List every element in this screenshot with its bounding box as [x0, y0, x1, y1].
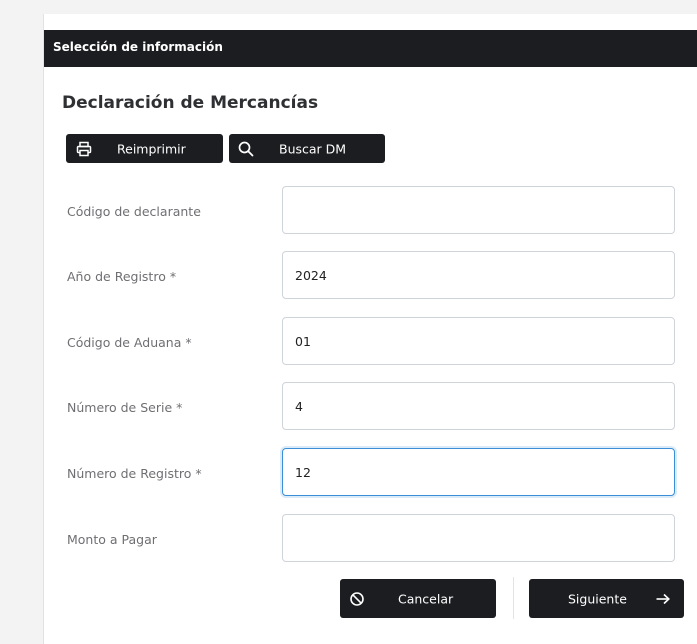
panel-header-title: Selección de información — [53, 40, 223, 54]
customs-code-label: Código de Aduana * — [67, 335, 192, 350]
footer-divider — [513, 577, 514, 619]
registration-number-label: Número de Registro * — [67, 466, 202, 481]
ban-icon — [350, 591, 364, 606]
search-dm-button[interactable]: Buscar DM — [229, 134, 385, 163]
amount-to-pay-label: Monto a Pagar — [67, 532, 157, 547]
registration-number-input[interactable] — [282, 448, 675, 496]
cancel-button-label: Cancelar — [398, 591, 454, 606]
registration-year-label: Año de Registro * — [67, 269, 177, 284]
selection-panel: Selección de información Declaración de … — [43, 14, 697, 644]
printer-icon — [76, 141, 92, 156]
search-icon — [238, 141, 254, 156]
page-title: Declaración de Mercancías — [62, 93, 319, 113]
serial-number-input[interactable] — [282, 382, 675, 430]
registration-year-input[interactable] — [282, 251, 675, 299]
amount-to-pay-input[interactable] — [282, 514, 675, 562]
customs-code-input[interactable] — [282, 317, 675, 365]
next-button-label: Siguiente — [568, 591, 627, 606]
cancel-button[interactable]: Cancelar — [340, 579, 496, 618]
serial-number-label: Número de Serie * — [67, 400, 183, 415]
next-button[interactable]: Siguiente — [529, 579, 684, 618]
search-dm-button-label: Buscar DM — [279, 141, 347, 156]
panel-header: Selección de información — [44, 30, 697, 67]
reprint-button-label: Reimprimir — [117, 141, 186, 156]
declarant-code-input[interactable] — [282, 186, 675, 234]
reprint-button[interactable]: Reimprimir — [66, 134, 223, 163]
declarant-code-label: Código de declarante — [67, 204, 201, 219]
arrow-right-icon — [656, 593, 670, 604]
